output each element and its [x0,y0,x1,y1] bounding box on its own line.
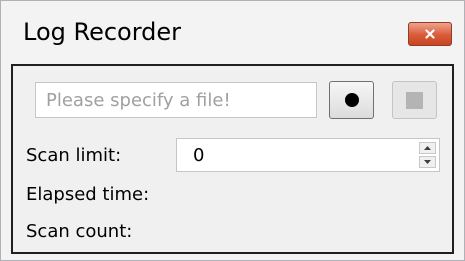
close-button[interactable] [408,22,452,46]
arrow-down-icon [424,160,431,164]
arrow-up-icon [424,146,431,150]
log-recorder-window: Log Recorder Scan limit: 0 [0,0,465,261]
record-icon [344,93,359,107]
scan-limit-label: Scan limit: [26,145,122,166]
window-title: Log Recorder [23,18,182,46]
spin-up-button[interactable] [419,142,436,154]
title-bar[interactable]: Log Recorder [1,1,464,65]
scan-count-label: Scan count: [26,221,133,242]
spin-buttons [419,142,436,168]
scan-limit-value[interactable]: 0 [193,145,204,166]
stop-button[interactable] [392,81,437,119]
record-button[interactable] [329,81,374,119]
stop-icon [406,91,423,109]
spin-down-button[interactable] [419,156,436,168]
elapsed-time-label: Elapsed time: [26,184,150,205]
file-path-input[interactable] [35,82,317,118]
recorder-panel: Scan limit: 0 Elapsed time: Scan count: [11,64,454,254]
close-icon [425,29,435,39]
scan-limit-stepper[interactable]: 0 [176,138,440,172]
